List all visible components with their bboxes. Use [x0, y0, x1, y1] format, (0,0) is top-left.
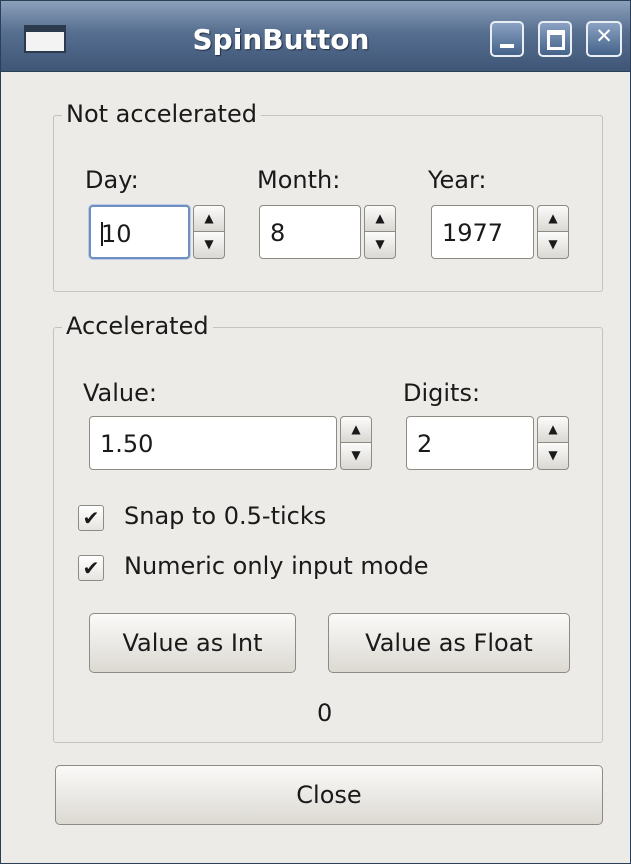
snap-checkbox[interactable]: ✔ — [78, 505, 104, 531]
day-label: Day: — [85, 166, 139, 194]
close-window-button[interactable] — [586, 21, 622, 57]
not-accelerated-frame: Not accelerated — [53, 100, 603, 292]
digits-spinbutton[interactable]: 2 ▲ ▼ — [406, 416, 569, 470]
value-arrows: ▲ ▼ — [340, 416, 372, 470]
year-spinbutton[interactable]: 1977 ▲ ▼ — [431, 205, 569, 259]
digits-label: Digits: — [403, 379, 481, 407]
year-arrows: ▲ ▼ — [537, 205, 569, 259]
day-input[interactable]: 10 — [89, 205, 190, 259]
year-increment-arrow-icon[interactable]: ▲ — [537, 205, 569, 232]
digits-decrement-arrow-icon[interactable]: ▼ — [537, 443, 569, 470]
window-title: SpinButton — [192, 23, 370, 56]
day-increment-arrow-icon[interactable]: ▲ — [193, 205, 225, 232]
month-arrows: ▲ ▼ — [364, 205, 396, 259]
year-decrement-arrow-icon[interactable]: ▼ — [537, 232, 569, 259]
month-input[interactable]: 8 — [259, 205, 361, 259]
spinbutton-window: SpinButton Not accelerated Day: Month: Y… — [0, 0, 631, 864]
month-spinbutton[interactable]: 8 ▲ ▼ — [259, 205, 396, 259]
digits-input[interactable]: 2 — [406, 416, 534, 470]
value-label: Value: — [83, 379, 157, 407]
minimize-button[interactable] — [490, 21, 524, 57]
value-decrement-arrow-icon[interactable]: ▼ — [340, 443, 372, 470]
day-value: 10 — [101, 220, 132, 248]
month-decrement-arrow-icon[interactable]: ▼ — [364, 232, 396, 259]
window-menu-icon[interactable] — [24, 25, 66, 53]
snap-label[interactable]: Snap to 0.5-ticks — [124, 502, 326, 530]
year-label: Year: — [428, 166, 487, 194]
value-as-float-button[interactable]: Value as Float — [328, 613, 570, 673]
month-label: Month: — [257, 166, 341, 194]
accelerated-title: Accelerated — [62, 312, 213, 340]
maximize-button[interactable] — [538, 21, 572, 57]
value-input[interactable]: 1.50 — [89, 416, 337, 470]
digits-arrows: ▲ ▼ — [537, 416, 569, 470]
day-decrement-arrow-icon[interactable]: ▼ — [193, 232, 225, 259]
result-value: 0 — [317, 699, 333, 727]
day-spinbutton[interactable]: 10 ▲ ▼ — [89, 205, 225, 259]
value-as-int-button[interactable]: Value as Int — [89, 613, 296, 673]
year-input[interactable]: 1977 — [431, 205, 534, 259]
close-button[interactable]: Close — [55, 765, 603, 825]
day-arrows: ▲ ▼ — [193, 205, 225, 259]
value-spinbutton[interactable]: 1.50 ▲ ▼ — [89, 416, 372, 470]
title-bar[interactable]: SpinButton — [1, 1, 630, 72]
checkmark-icon: ✔ — [82, 556, 100, 580]
value-increment-arrow-icon[interactable]: ▲ — [340, 416, 372, 443]
numeric-checkbox[interactable]: ✔ — [78, 555, 104, 581]
checkmark-icon: ✔ — [82, 506, 100, 530]
not-accelerated-title: Not accelerated — [62, 100, 261, 128]
month-increment-arrow-icon[interactable]: ▲ — [364, 205, 396, 232]
numeric-label[interactable]: Numeric only input mode — [124, 552, 429, 580]
digits-increment-arrow-icon[interactable]: ▲ — [537, 416, 569, 443]
